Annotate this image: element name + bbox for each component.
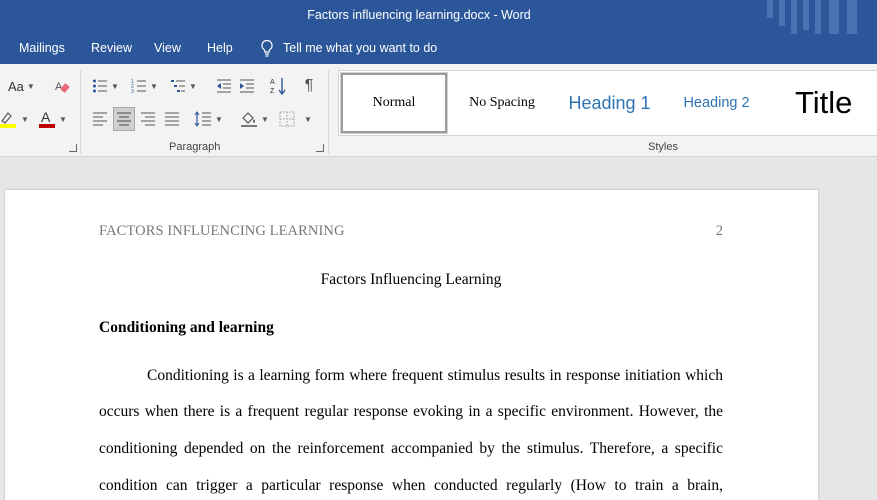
tab-view[interactable]: View bbox=[154, 41, 181, 55]
ribbon-separator bbox=[80, 70, 81, 154]
highlight-color-button[interactable]: ▼ bbox=[0, 108, 29, 130]
styles-gallery: Normal No Spacing Heading 1 Heading 2 Ti… bbox=[338, 70, 877, 136]
line-spacing-icon bbox=[194, 111, 211, 127]
ribbon-separator bbox=[328, 70, 329, 154]
increase-indent-icon bbox=[240, 79, 254, 93]
multilevel-list-icon bbox=[171, 80, 185, 92]
document-title[interactable]: Factors Influencing Learning bbox=[99, 271, 723, 289]
align-center-button[interactable] bbox=[113, 107, 135, 131]
tab-mailings[interactable]: Mailings bbox=[19, 41, 65, 55]
styles-group-label: Styles bbox=[648, 141, 678, 153]
style-title[interactable]: Title bbox=[779, 71, 877, 135]
change-case-label: Aa bbox=[8, 78, 24, 94]
document-page[interactable]: FACTORS INFLUENCING LEARNING 2 Factors I… bbox=[5, 190, 818, 500]
style-no-spacing[interactable]: No Spacing bbox=[452, 71, 552, 135]
title-bar: Factors influencing learning.docx - Word bbox=[0, 0, 877, 34]
multilevel-list-button[interactable]: ▼ bbox=[170, 76, 197, 96]
style-heading-2[interactable]: Heading 2 bbox=[669, 71, 764, 135]
ribbon: Aa ▼ A ▼ A ▼ ▼ 1 2 3 ▼ ▼ A Z ¶ ▼ ▼ ▼ Par… bbox=[0, 64, 877, 157]
borders-button[interactable]: ▼ bbox=[279, 108, 312, 130]
line-spacing-button[interactable]: ▼ bbox=[194, 108, 223, 130]
paragraph-line[interactable]: Conditioning is a learning form where fr… bbox=[99, 367, 723, 385]
pilcrow-icon: ¶ bbox=[304, 77, 314, 94]
bullets-button[interactable]: ▼ bbox=[92, 76, 119, 96]
document-area[interactable]: FACTORS INFLUENCING LEARNING 2 Factors I… bbox=[0, 157, 877, 500]
justify-icon bbox=[165, 112, 179, 126]
sort-icon: A Z bbox=[270, 78, 286, 95]
borders-icon bbox=[279, 111, 295, 127]
paragraph-group-label: Paragraph bbox=[169, 141, 221, 153]
svg-text:A: A bbox=[55, 81, 63, 93]
tell-me-label: Tell me what you want to do bbox=[283, 41, 438, 55]
bullet-list-icon bbox=[93, 79, 107, 93]
tab-review[interactable]: Review bbox=[91, 41, 132, 55]
change-case-button[interactable]: Aa ▼ bbox=[8, 76, 35, 96]
align-right-icon bbox=[141, 112, 155, 126]
align-left-button[interactable] bbox=[90, 108, 110, 130]
numbering-button[interactable]: 1 2 3 ▼ bbox=[131, 76, 158, 96]
page-number: 2 bbox=[715, 223, 723, 239]
decrease-indent-icon bbox=[217, 79, 231, 93]
justify-button[interactable] bbox=[162, 108, 182, 130]
svg-text:A: A bbox=[41, 109, 51, 125]
paragraph-dialog-launcher[interactable] bbox=[316, 144, 324, 152]
show-formatting-marks-button[interactable]: ¶ bbox=[299, 76, 319, 96]
section-heading[interactable]: Conditioning and learning bbox=[99, 319, 274, 337]
shading-button[interactable]: ▼ bbox=[240, 108, 269, 130]
align-left-icon bbox=[93, 112, 107, 126]
menu-bar: Mailings Review View Help Tell me what y… bbox=[0, 34, 877, 64]
running-head: FACTORS INFLUENCING LEARNING bbox=[99, 223, 345, 239]
font-dialog-launcher[interactable] bbox=[69, 144, 77, 152]
clear-formatting-button[interactable]: A bbox=[52, 76, 72, 96]
font-color-button[interactable]: A ▼ bbox=[38, 108, 67, 130]
font-color-icon: A bbox=[39, 109, 55, 128]
highlighter-icon bbox=[0, 112, 16, 128]
tell-me-box[interactable]: Tell me what you want to do bbox=[259, 39, 437, 57]
clear-formatting-icon: A bbox=[55, 81, 70, 93]
window-title: Factors influencing learning.docx - Word bbox=[307, 8, 531, 22]
align-right-button[interactable] bbox=[138, 108, 158, 130]
style-normal[interactable]: Normal bbox=[340, 72, 448, 134]
title-bar-decoration bbox=[757, 0, 877, 34]
tab-help[interactable]: Help bbox=[207, 41, 233, 55]
paragraph-line[interactable]: condition can trigger a particular respo… bbox=[99, 477, 723, 495]
svg-text:Z: Z bbox=[270, 88, 275, 95]
increase-indent-button[interactable] bbox=[237, 76, 257, 96]
numbered-list-icon: 1 2 3 bbox=[131, 79, 146, 94]
align-center-icon bbox=[117, 112, 131, 126]
decrease-indent-button[interactable] bbox=[214, 76, 234, 96]
paint-bucket-icon bbox=[241, 112, 257, 127]
lightbulb-icon bbox=[261, 39, 273, 57]
paragraph-line[interactable]: conditioning depended on the reinforceme… bbox=[99, 440, 723, 458]
sort-button[interactable]: A Z bbox=[268, 76, 288, 96]
paragraph-line[interactable]: occurs when there is a frequent regular … bbox=[99, 403, 723, 421]
svg-text:A: A bbox=[270, 79, 275, 86]
svg-text:3: 3 bbox=[131, 89, 134, 94]
style-heading-1[interactable]: Heading 1 bbox=[557, 71, 662, 135]
